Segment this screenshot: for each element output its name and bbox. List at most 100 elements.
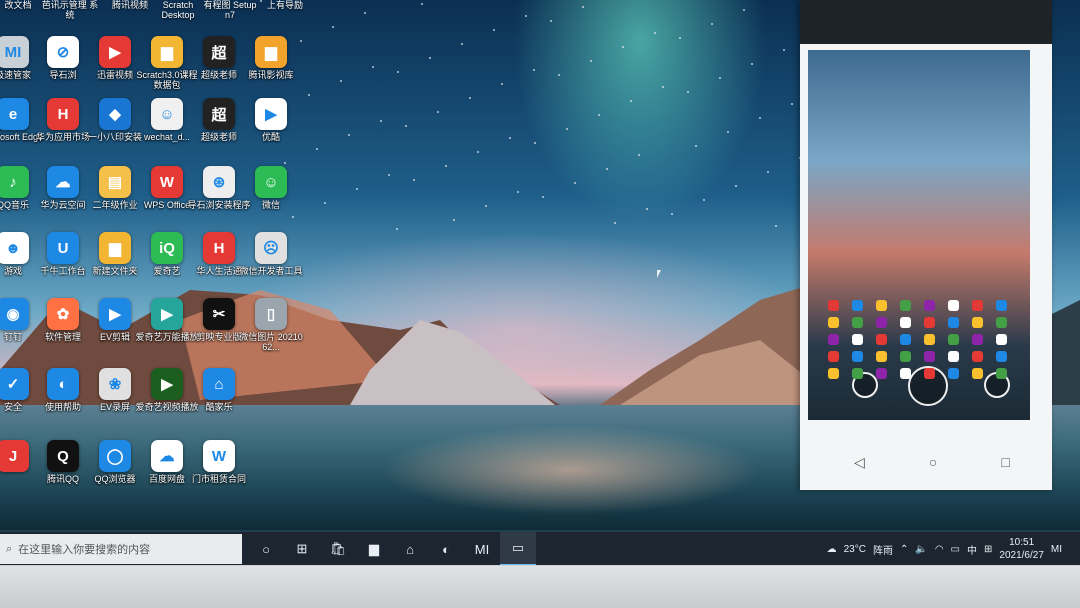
network-icon[interactable]: ◠ [935,544,944,555]
phone-app-icon[interactable] [900,317,911,328]
phone-mirror-window[interactable]: ◁ ○ □ [800,0,1052,490]
record-icon: ❀ [99,368,131,400]
phone-app-icon[interactable] [828,368,839,379]
desktop-icon-label[interactable]: 有程图 Setup n7 [200,0,260,20]
phone-app-icon[interactable] [876,317,887,328]
phone-app-icon[interactable] [828,351,839,362]
star [348,134,350,136]
weather-icon[interactable]: ☁ [827,544,837,555]
taskbar-clock[interactable]: 10:51 2021/6/27 [999,536,1044,562]
phone-window-titlebar[interactable] [800,0,1052,44]
file-explorer-icon[interactable]: ▆ [356,532,392,565]
phone-app-icon[interactable] [852,334,863,345]
phone-app-icon[interactable] [876,368,887,379]
star [405,125,407,127]
desktop-icon-label[interactable]: 上有导励 [255,0,315,10]
task-view-icon[interactable]: ○ [248,532,284,565]
star [340,80,342,82]
volume-icon[interactable]: 🔈 [915,544,927,555]
star [687,91,689,93]
phone-app-icon[interactable] [900,300,911,311]
qq-icon: Q [47,440,79,472]
phone-app-icon[interactable] [900,351,911,362]
star [332,26,334,28]
desktop-icon-label: 腾讯影视库 [248,70,294,80]
battery-icon[interactable]: ▭ [951,544,960,555]
phone-app-icon[interactable] [948,368,959,379]
phone-app-icon[interactable] [996,368,1007,379]
mi-icon[interactable]: MI [464,532,500,565]
star [453,219,455,221]
phone-app-icon[interactable] [972,300,983,311]
monitor-bezel [0,566,1080,608]
desktop-icon[interactable]: ▶ 优酷 [238,98,304,172]
phone-app-icon[interactable] [948,300,959,311]
phone-app-icon[interactable] [828,334,839,345]
app-icon: ◉ [0,298,29,330]
youku-icon: ▶ [255,98,287,130]
star [791,103,793,105]
store-icon[interactable]: 🛍 [320,532,356,565]
input-mode-icon[interactable]: ⊞ [984,544,992,555]
phone-app-icon[interactable] [972,351,983,362]
phone-app-icon[interactable] [924,368,935,379]
taskview-icon[interactable]: ⊞ [284,532,320,565]
phone-app-icon[interactable] [948,317,959,328]
phone-app-icon[interactable] [828,300,839,311]
phone-app-icon[interactable] [828,317,839,328]
phone-app-icon[interactable] [852,368,863,379]
phone-app-icon[interactable] [876,351,887,362]
wechat-icon: ☺ [255,166,287,198]
desktop-icon[interactable]: ☺ 微信 [238,166,304,240]
phone-app-icon[interactable] [924,351,935,362]
phone-app-icon[interactable] [876,300,887,311]
image-icon: ▯ [255,298,287,330]
phone-app-icon[interactable] [876,334,887,345]
star [517,191,519,193]
ime-indicator[interactable]: 中 [967,542,977,557]
phone-back-icon[interactable]: ◁ [854,454,865,471]
system-tray: ☁ 23°C 阵雨 ⌃ 🔈 ◠ ▭ 中 ⊞ 10:51 2021/6/27 MI [827,532,1062,565]
desktop-icon[interactable]: ☹ 微信开发者工具 [238,232,304,306]
taskbar-search-input[interactable]: ⌕ 在这里输入你要搜索的内容 [0,534,242,564]
phone-app-icon[interactable] [972,334,983,345]
phone-app-icon[interactable] [996,317,1007,328]
phone-app-icon[interactable] [852,351,863,362]
phone-app-icon[interactable] [900,334,911,345]
desktop-icon-label[interactable]: Scratch Desktop [148,0,208,20]
phone-app-icon[interactable] [900,368,911,379]
star [695,145,697,147]
star [437,111,439,113]
phone-home-icon[interactable]: ○ [929,454,937,470]
star [525,15,527,17]
phone-app-icon[interactable] [852,317,863,328]
word-doc-icon: W [203,440,235,472]
player-icon: ▶ [151,368,183,400]
kujiale-icon[interactable]: ⌂ [392,532,428,565]
phone-app-icon[interactable] [948,351,959,362]
weather-text[interactable]: 阵雨 [873,542,893,557]
phone-app-icon[interactable] [948,334,959,345]
phone-app-icon[interactable] [852,300,863,311]
phone-app-icon[interactable] [972,368,983,379]
phone-recents-icon[interactable]: □ [1001,454,1009,470]
desktop-icon[interactable]: ⌂ 酷家乐 [186,368,252,442]
phone-app-icon[interactable] [996,300,1007,311]
phone-app-icon[interactable] [924,317,935,328]
star [533,69,535,71]
phone-screen-mirror[interactable] [808,50,1030,420]
screen-mirror-icon[interactable]: ▭ [500,532,536,565]
edge-icon[interactable]: ◐ [428,532,464,565]
phone-app-icon[interactable] [924,300,935,311]
phone-app-icon[interactable] [996,334,1007,345]
desktop-icon[interactable]: W 门市租赁合同 [186,440,252,514]
phone-app-icon[interactable] [972,317,983,328]
play-icon: ▶ [99,36,131,68]
phone-app-icon[interactable] [996,351,1007,362]
weather-temp[interactable]: 23°C [844,544,866,555]
tray-expand-icon[interactable]: ⌃ [900,544,908,555]
notification-icon[interactable]: MI [1051,544,1062,555]
desktop-icon[interactable]: ▯ 微信图片 2021062... [238,298,304,372]
desktop-icon-label[interactable]: 芭讯示管理 系统 [40,0,100,20]
phone-app-icon[interactable] [924,334,935,345]
